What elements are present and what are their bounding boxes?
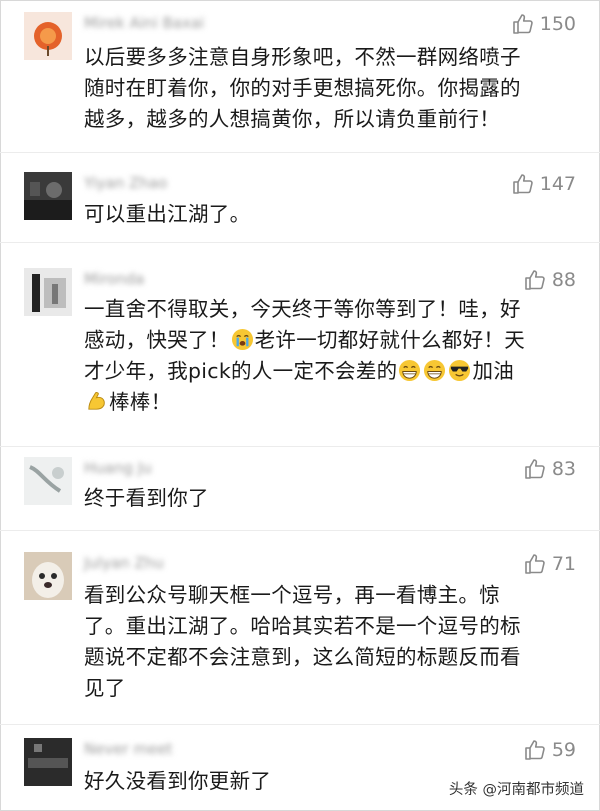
avatar[interactable]: [24, 268, 72, 316]
avatar[interactable]: [24, 12, 72, 60]
comment-line: 随时在盯着你，你的对手更想搞死你。你揭露的: [84, 76, 521, 100]
like-count: 71: [551, 553, 576, 575]
thumbs-up-icon: [512, 14, 533, 34]
like-count: 147: [539, 173, 576, 195]
comment-author[interactable]: Julyan Zhu: [84, 552, 164, 574]
comment-segment: 棒棒！: [109, 390, 172, 414]
like-button[interactable]: 88: [523, 266, 576, 294]
comment-line: 可以重出江湖了。: [84, 202, 251, 226]
comment-text: 以后要多多注意自身形象吧，不然一群网络喷子 随时在盯着你，你的对手更想搞死你。你…: [84, 42, 576, 135]
divider: [0, 446, 600, 447]
comment-author[interactable]: Yiyan Zhao: [84, 172, 167, 194]
like-count: 88: [551, 269, 576, 291]
avatar[interactable]: [24, 457, 72, 505]
comment-segment: 加油: [472, 359, 515, 383]
like-button[interactable]: 83: [523, 455, 576, 483]
comment-text: 一直舍不得取关，今天终于等你等到了！哇，好 感动，快哭了！ 老许一切都好就什么都好…: [84, 294, 576, 418]
thumbs-up-icon: [525, 554, 545, 574]
watermark: 头条 @河南都市频道: [444, 776, 588, 801]
grinning-face-emoji: [424, 359, 446, 382]
comment-line: 棒棒！: [84, 387, 576, 418]
like-button[interactable]: 71: [523, 550, 576, 578]
like-button[interactable]: 147: [511, 170, 576, 198]
like-count: 150: [539, 13, 576, 35]
thumbs-up-icon: [525, 459, 545, 479]
thumbs-up-icon: [525, 270, 545, 290]
divider: [0, 724, 600, 725]
like-count: 83: [551, 458, 576, 480]
comment-line: 终于看到你了: [84, 486, 209, 510]
comment-segment: 感动，快哭了！: [84, 328, 230, 352]
comment-line: 了。重出江湖了。哈哈其实若不是一个逗号的标: [84, 614, 521, 638]
like-count: 59: [551, 739, 576, 761]
comment-author[interactable]: Mirek Aini Baxai: [84, 12, 204, 34]
comment-line: 见了: [84, 676, 126, 700]
comment-line: 题说不定都不会注意到，这么简短的标题反而看: [84, 645, 521, 669]
like-button[interactable]: 59: [523, 736, 576, 764]
flexed-biceps-emoji: [88, 392, 105, 410]
crying-face-emoji: [231, 328, 253, 351]
avatar[interactable]: [24, 552, 72, 600]
comment-line: 以后要多多注意自身形象吧，不然一群网络喷子: [84, 45, 521, 69]
avatar[interactable]: [24, 172, 72, 220]
comment-author[interactable]: Mironda: [84, 268, 144, 290]
divider: [0, 242, 600, 243]
comment-text: 终于看到你了: [84, 483, 576, 514]
avatar[interactable]: [24, 738, 72, 786]
comment-line: 一直舍不得取关，今天终于等你等到了！哇，好: [84, 297, 521, 321]
comment-author[interactable]: Huang Ju: [84, 457, 152, 479]
comment-text: 看到公众号聊天框一个逗号，再一看博主。惊 了。重出江湖了。哈哈其实若不是一个逗号…: [84, 580, 576, 704]
comment-segment: 才少年，我pick的人一定不会差的: [84, 359, 398, 383]
thumbs-up-icon: [512, 174, 533, 194]
comment-line: 看到公众号聊天框一个逗号，再一看博主。惊: [84, 583, 500, 607]
thumbs-up-icon: [525, 740, 545, 760]
grinning-face-emoji: [399, 359, 421, 382]
comment-line: 才少年，我pick的人一定不会差的 加油: [84, 356, 576, 387]
comment-line: 感动，快哭了！ 老许一切都好就什么都好！天: [84, 325, 576, 356]
divider: [0, 152, 600, 153]
sunglasses-face-emoji: [449, 359, 471, 382]
like-button[interactable]: 150: [511, 10, 576, 38]
comment-segment: 老许一切都好就什么都好！天: [254, 328, 526, 352]
comment-line: 越多，越多的人想搞黄你，所以请负重前行！: [84, 107, 500, 131]
comment-author[interactable]: Never meet: [84, 738, 172, 760]
comment-text: 可以重出江湖了。: [84, 199, 576, 230]
divider: [0, 530, 600, 531]
